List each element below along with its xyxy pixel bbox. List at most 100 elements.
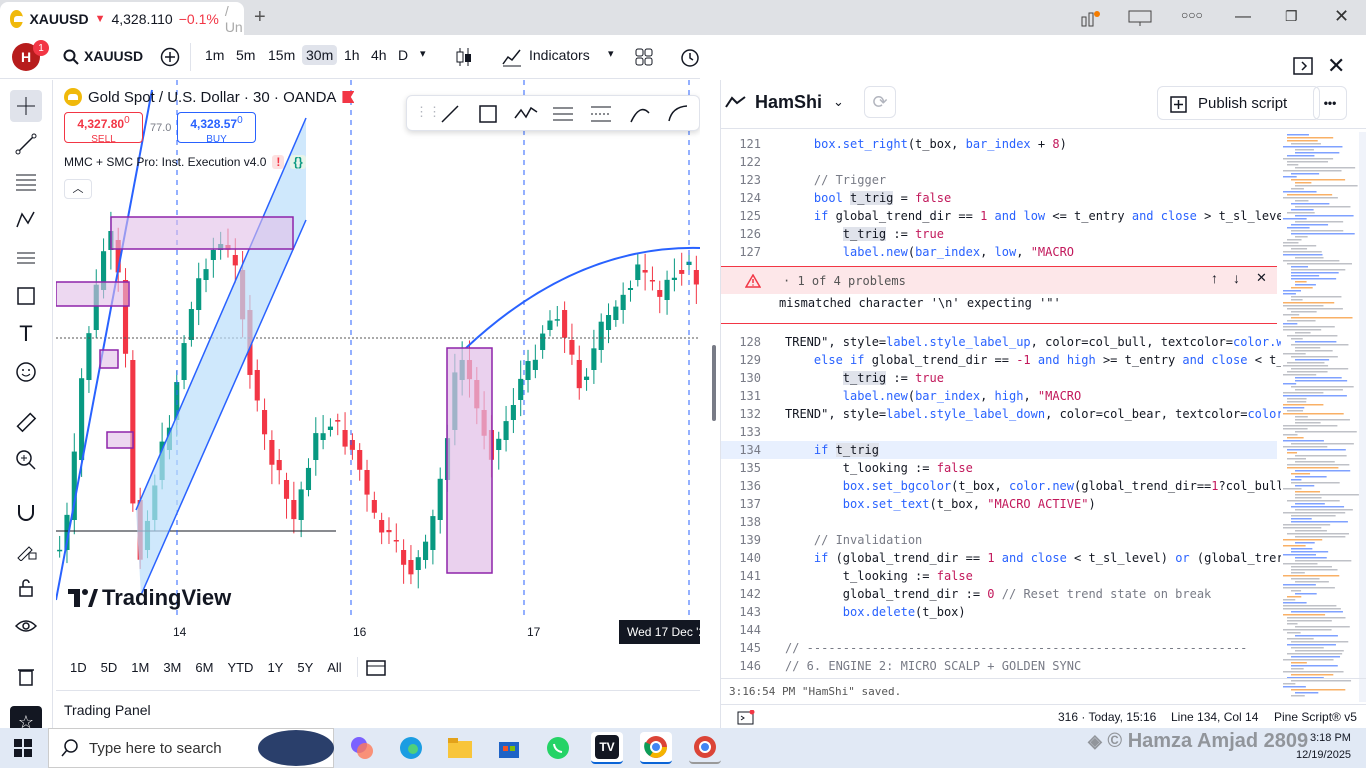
time-axis[interactable]: 14 16 17 Wed 17 Dec '2 bbox=[56, 620, 700, 646]
flag-icon[interactable] bbox=[342, 91, 355, 103]
code-line[interactable]: 142 global_trend_dir := 0 // Reset trend… bbox=[721, 585, 1281, 603]
ruler-icon[interactable] bbox=[10, 406, 42, 438]
compare-add-icon[interactable] bbox=[160, 47, 180, 67]
trend-line-icon[interactable] bbox=[10, 128, 42, 160]
chrome-icon[interactable] bbox=[640, 732, 672, 764]
draw-curve-icon[interactable] bbox=[629, 103, 651, 125]
forecasting-icon[interactable] bbox=[10, 242, 42, 274]
interval-30m[interactable]: 30m bbox=[302, 45, 338, 65]
draw-rectangle-icon[interactable] bbox=[477, 103, 499, 125]
interval-1h[interactable]: 1h bbox=[340, 45, 364, 65]
code-line[interactable]: 129 else if global_trend_dir == -1 and h… bbox=[721, 351, 1283, 369]
code-line[interactable]: 137 box.set_text(t_box, "MACRO ACTIVE") bbox=[721, 495, 1281, 513]
fib-retracement-icon[interactable] bbox=[10, 166, 42, 198]
draw-arc-icon[interactable] bbox=[667, 103, 689, 125]
minimize-icon[interactable]: — bbox=[1235, 8, 1251, 26]
console-icon[interactable] bbox=[737, 710, 755, 726]
draw-parallel-channel-icon[interactable] bbox=[590, 103, 612, 125]
next-problem-icon[interactable]: ↓ bbox=[1233, 270, 1240, 286]
tradingview-taskbar-icon[interactable]: TV bbox=[591, 732, 623, 764]
buy-button[interactable]: 4,328.570 BUY bbox=[177, 112, 256, 145]
taskbar-time[interactable]: 3:18 PM bbox=[1310, 732, 1351, 744]
cast-icon[interactable] bbox=[1128, 9, 1152, 27]
emoji-icon[interactable] bbox=[10, 356, 42, 388]
layout-grid-icon[interactable] bbox=[635, 48, 653, 66]
interval-15m[interactable]: 15m bbox=[264, 45, 299, 65]
code-minimap[interactable] bbox=[1281, 132, 1359, 702]
prev-problem-icon[interactable]: ↑ bbox=[1211, 270, 1218, 286]
interval-4h[interactable]: 4h bbox=[367, 45, 391, 65]
collapse-chevron-icon[interactable]: ︿ bbox=[64, 179, 92, 199]
restore-icon[interactable]: ❐ bbox=[1285, 8, 1298, 25]
close-problems-icon[interactable]: ✕ bbox=[1256, 270, 1267, 286]
draw-path-icon[interactable] bbox=[514, 103, 538, 125]
code-line[interactable]: 146// 6. ENGINE 2: MICRO SCALP + GOLDEN … bbox=[721, 657, 1281, 675]
code-line[interactable]: 127 label.new(bar_index, low, "MACRO bbox=[721, 243, 1281, 261]
code-line[interactable]: 141 t_looking := false bbox=[721, 567, 1281, 585]
alert-clock-icon[interactable] bbox=[680, 46, 700, 68]
interval-5m[interactable]: 5m bbox=[232, 45, 259, 65]
code-line[interactable]: 143 box.delete(t_box) bbox=[721, 603, 1281, 621]
code-line[interactable]: 130 t_trig := true bbox=[721, 369, 1281, 387]
editor-scrollbar[interactable] bbox=[1359, 132, 1366, 702]
code-line[interactable]: 131 label.new(bar_index, high, "MACRO bbox=[721, 387, 1281, 405]
lock-draw-icon[interactable] bbox=[10, 534, 42, 566]
taskbar-date[interactable]: 12/19/2025 bbox=[1296, 749, 1351, 761]
code-line[interactable]: 132 TREND", style=label.style_label_down,… bbox=[721, 405, 1283, 423]
pattern-icon[interactable] bbox=[10, 204, 42, 236]
range-1y[interactable]: 1Y bbox=[260, 660, 290, 675]
code-line-current[interactable]: 134 if t_trig bbox=[721, 441, 1277, 459]
text-tool-icon[interactable]: T bbox=[10, 318, 42, 350]
price-chart[interactable]: Gold Spot / U.S. Dollar · 30 · OANDA 4,3… bbox=[56, 80, 700, 620]
indicator-source-icon[interactable]: {} bbox=[290, 155, 306, 169]
range-5d[interactable]: 5D bbox=[94, 660, 125, 675]
range-1m[interactable]: 1M bbox=[124, 660, 156, 675]
publish-script-button[interactable]: Publish script bbox=[1157, 86, 1320, 120]
draw-line-icon[interactable] bbox=[439, 103, 461, 125]
code-line[interactable]: 123 // Trigger bbox=[721, 171, 1281, 189]
range-3m[interactable]: 3M bbox=[156, 660, 188, 675]
draw-fib-icon[interactable] bbox=[552, 103, 574, 125]
trading-panel-tab[interactable]: Trading Panel bbox=[56, 690, 700, 728]
trash-icon[interactable] bbox=[10, 660, 42, 692]
search-highlight-image[interactable] bbox=[258, 730, 334, 766]
code-line[interactable]: 121 box.set_right(t_box, bar_index + 8) bbox=[721, 135, 1281, 153]
eye-icon[interactable] bbox=[10, 610, 42, 642]
range-6m[interactable]: 6M bbox=[188, 660, 220, 675]
close-editor-icon[interactable]: ✕ bbox=[1327, 53, 1345, 79]
editor-more-icon[interactable]: ••• bbox=[1313, 86, 1347, 120]
sell-button[interactable]: 4,327.800 SELL bbox=[64, 112, 143, 145]
indicators-icon[interactable] bbox=[502, 47, 522, 67]
code-line[interactable]: 138 bbox=[721, 513, 1281, 531]
windows-start-icon[interactable] bbox=[14, 739, 32, 757]
code-line[interactable]: 140 if (global_trend_dir == 1 and close … bbox=[721, 549, 1283, 567]
indicators-chevron-icon[interactable]: ▾ bbox=[604, 45, 618, 62]
interval-dropdown-chevron-icon[interactable]: ▾ bbox=[416, 45, 430, 62]
performance-icon[interactable] bbox=[1080, 9, 1102, 27]
lock-icon[interactable] bbox=[10, 572, 42, 604]
indicator-warning-icon[interactable]: ! bbox=[272, 155, 285, 169]
range-1d[interactable]: 1D bbox=[56, 660, 94, 675]
script-name[interactable]: HamShi bbox=[755, 92, 822, 113]
script-menu-chevron-icon[interactable]: ⌄ bbox=[833, 94, 844, 110]
close-window-icon[interactable]: ✕ bbox=[1334, 6, 1349, 27]
chart-title[interactable]: Gold Spot / U.S. Dollar · 30 · OANDA bbox=[88, 89, 336, 106]
panel-splitter[interactable] bbox=[700, 80, 720, 728]
refresh-icon[interactable]: ⟳ bbox=[864, 86, 896, 118]
more-icon[interactable]: ○○○ bbox=[1181, 8, 1203, 22]
browser-tab[interactable]: XAUUSD ▼ 4,328.110 −0.1% / Un bbox=[0, 2, 244, 35]
splitter-handle[interactable] bbox=[712, 345, 716, 421]
interval-1m[interactable]: 1m bbox=[201, 45, 228, 65]
status-language[interactable]: Pine Script® v5 bbox=[1274, 710, 1357, 724]
file-explorer-icon[interactable] bbox=[444, 732, 476, 764]
code-line[interactable]: 122 bbox=[721, 153, 1281, 171]
magnet-icon[interactable] bbox=[10, 496, 42, 528]
edge-icon[interactable] bbox=[395, 732, 427, 764]
indicator-legend[interactable]: MMC + SMC Pro: Inst. Execution v4.0 ! {} bbox=[64, 155, 306, 169]
code-line[interactable]: 139 // Invalidation bbox=[721, 531, 1281, 549]
symbol-search[interactable]: XAUUSD bbox=[84, 48, 143, 64]
indicators-button[interactable]: Indicators bbox=[525, 45, 594, 65]
range-all[interactable]: All bbox=[320, 660, 348, 675]
candle-style-icon[interactable] bbox=[455, 46, 473, 68]
search-icon[interactable] bbox=[63, 49, 79, 65]
